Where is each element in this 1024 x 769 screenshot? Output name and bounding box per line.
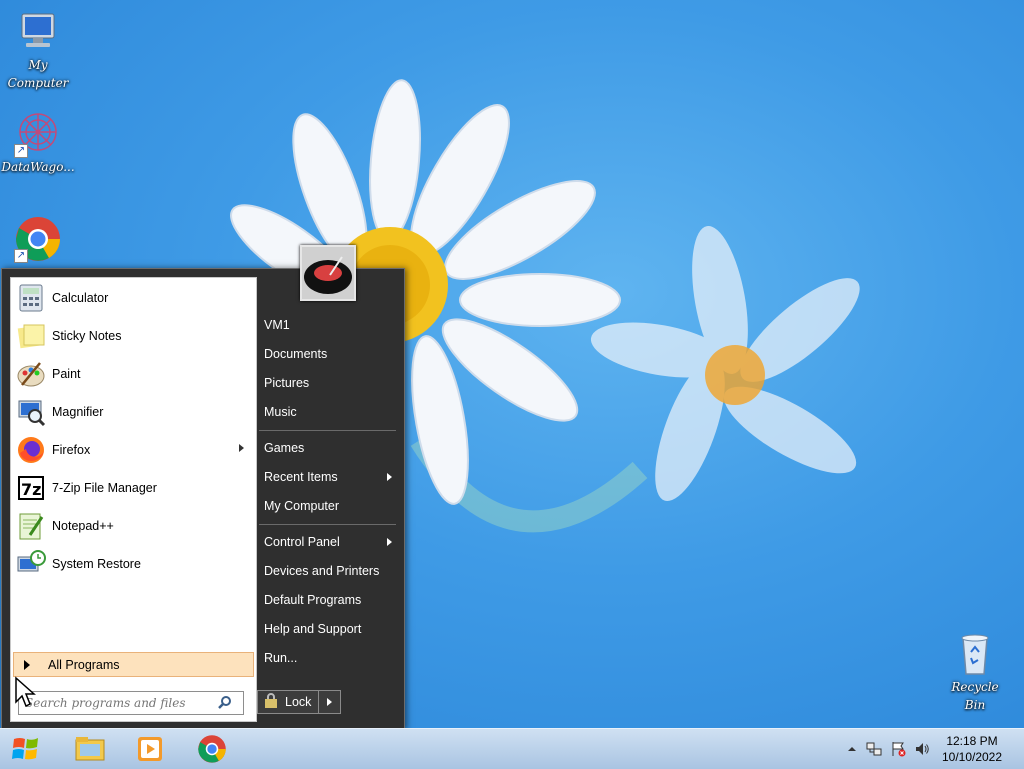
desktop-icon-label: My Computer (7, 58, 69, 90)
desktop-icon-my-computer[interactable]: My Computer (0, 8, 76, 92)
taskbar-chrome[interactable] (190, 732, 234, 766)
start-item-label: Help and Support (264, 622, 362, 636)
start-item-label: Games (264, 441, 305, 455)
program-label: 7-Zip File Manager (52, 481, 157, 495)
recycle-bin-icon (951, 630, 999, 678)
start-item-vm1[interactable]: VM1 (264, 314, 394, 336)
chrome-icon: ↗ (14, 215, 62, 263)
start-item-run[interactable]: Run... (264, 647, 394, 669)
start-item-label: Control Panel (264, 535, 340, 549)
program-label: Notepad++ (52, 519, 114, 533)
program-label: Firefox (52, 443, 91, 457)
start-item-pictures[interactable]: Pictures (264, 372, 394, 394)
shortcut-arrow-icon: ↗ (14, 249, 28, 263)
start-item-label: Pictures (264, 376, 310, 390)
action-center-icon[interactable] (890, 741, 906, 757)
mouse-cursor-icon (15, 676, 36, 708)
program-label: Paint (52, 367, 81, 381)
program-label: Sticky Notes (52, 329, 122, 343)
notepadpp-icon (16, 511, 46, 541)
program-label: System Restore (52, 557, 141, 571)
system-restore-icon (16, 549, 46, 579)
magnifier-icon (16, 397, 46, 427)
shutdown-options-arrow[interactable] (319, 691, 340, 713)
start-item-label: Default Programs (264, 593, 362, 607)
divider (259, 524, 396, 525)
volume-icon[interactable] (914, 741, 930, 757)
start-item-music[interactable]: Music (264, 401, 394, 423)
start-item-recent-items[interactable]: Recent Items (264, 466, 394, 488)
start-item-my-computer[interactable]: My Computer (264, 495, 394, 517)
submenu-arrow-icon (387, 473, 392, 481)
program-item-notepadpp[interactable]: Notepad++ (13, 508, 254, 544)
program-label: Magnifier (52, 405, 104, 419)
start-item-label: Recent Items (264, 470, 338, 484)
shortcut-arrow-icon: ↗ (14, 144, 28, 158)
start-item-devices-and-printers[interactable]: Devices and Printers (264, 560, 394, 582)
taskbar-media-player[interactable] (128, 732, 172, 766)
lock-button[interactable]: Lock (258, 691, 319, 713)
start-button[interactable] (4, 732, 48, 766)
start-item-games[interactable]: Games (264, 437, 394, 459)
program-item-7zip[interactable]: 7z 7-Zip File Manager (13, 470, 254, 506)
clock-date: 10/10/2022 (941, 750, 1003, 764)
show-hidden-icons-icon[interactable] (844, 741, 860, 757)
start-item-label: Run... (264, 651, 298, 665)
computer-icon (14, 8, 62, 56)
lock-button-group: Lock (257, 690, 341, 714)
start-item-default-programs[interactable]: Default Programs (264, 589, 394, 611)
program-item-magnifier[interactable]: Magnifier (13, 394, 254, 430)
desktop-icon-label: Recycle Bin (951, 680, 999, 712)
sticky-notes-icon (16, 321, 46, 351)
chrome-icon (198, 735, 226, 763)
start-item-label: Music (264, 405, 297, 419)
program-item-calculator[interactable]: Calculator (13, 280, 254, 316)
datawagon-icon: ↗ (14, 110, 62, 158)
start-item-label: VM1 (264, 318, 290, 332)
expand-arrow-icon (24, 659, 30, 670)
divider (259, 430, 396, 431)
clock[interactable]: 12:18 PM 10/10/2022 (940, 733, 1004, 765)
search-input[interactable] (23, 695, 217, 711)
start-item-help-and-support[interactable]: Help and Support (264, 618, 394, 640)
start-item-label: My Computer (264, 499, 340, 513)
lock-icon (263, 692, 279, 712)
lock-label: Lock (285, 695, 312, 709)
file-explorer-icon (75, 737, 105, 761)
desktop-icon-label: DataWago... (1, 160, 75, 174)
start-menu-programs-pane: Calculator Sticky Notes Paint Magnifier … (10, 277, 257, 722)
submenu-arrow-icon (387, 538, 392, 546)
program-item-paint[interactable]: Paint (13, 356, 254, 392)
desktop-icon-chrome[interactable]: ↗ (0, 215, 76, 263)
firefox-icon (16, 435, 46, 465)
program-item-firefox[interactable]: Firefox (13, 432, 254, 468)
user-account-picture[interactable] (300, 245, 356, 301)
desktop-icon-datawagon[interactable]: ↗ DataWago... (0, 110, 76, 176)
paint-icon (16, 359, 46, 389)
start-orb-icon (12, 738, 38, 760)
program-item-system-restore[interactable]: System Restore (13, 546, 254, 582)
network-icon[interactable] (866, 741, 882, 757)
start-item-documents[interactable]: Documents (264, 343, 394, 365)
start-item-label: Documents (264, 347, 328, 361)
media-player-icon (138, 737, 162, 761)
start-item-label: Devices and Printers (264, 564, 380, 578)
program-item-sticky-notes[interactable]: Sticky Notes (13, 318, 254, 354)
search-icon[interactable] (217, 695, 233, 711)
calculator-icon (16, 283, 46, 313)
submenu-arrow-icon (239, 444, 244, 452)
all-programs-button[interactable]: All Programs (13, 652, 254, 677)
all-programs-label: All Programs (48, 657, 120, 672)
taskbar-file-explorer[interactable] (68, 732, 112, 766)
svg-text:7z: 7z (21, 480, 41, 499)
start-item-control-panel[interactable]: Control Panel (264, 531, 394, 553)
search-box[interactable] (18, 691, 244, 715)
7zip-icon: 7z (16, 473, 46, 503)
clock-time: 12:18 PM (946, 734, 998, 748)
taskbar: 12:18 PM 10/10/2022 (0, 728, 1024, 769)
desktop-icon-recycle-bin[interactable]: Recycle Bin (937, 630, 1013, 714)
program-label: Calculator (52, 291, 109, 305)
